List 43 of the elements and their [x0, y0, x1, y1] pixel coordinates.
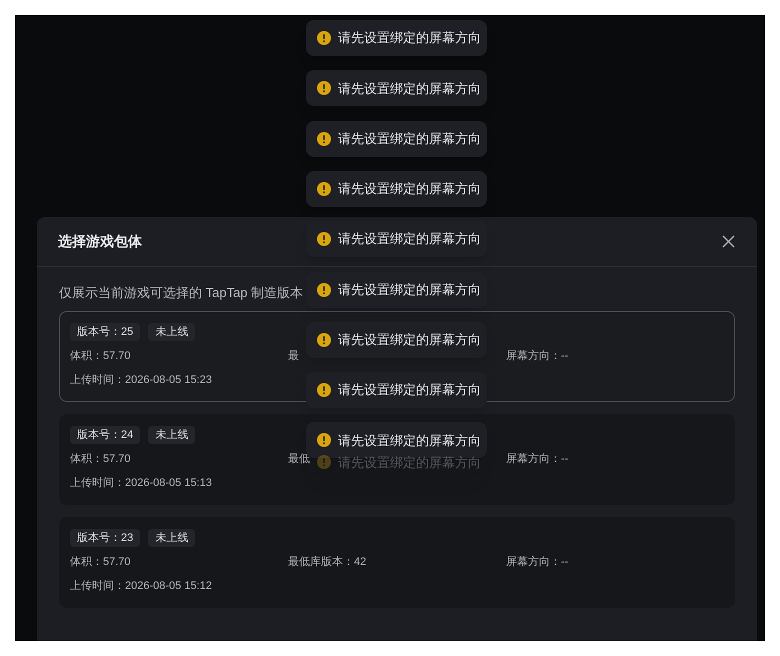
min-library-text: 最低 — [288, 452, 310, 467]
toast-text: 请先设置绑定的屏幕方向 — [338, 80, 481, 98]
status-tag: 未上线 — [148, 323, 196, 341]
warning-icon — [317, 81, 331, 96]
size-text: 体积：57.70 — [70, 349, 132, 364]
min-library-text: 最 — [288, 349, 299, 364]
warning-icon — [317, 182, 331, 196]
status-tag: 未上线 — [148, 529, 196, 547]
warning-icon — [317, 132, 331, 146]
close-button[interactable] — [720, 234, 736, 250]
toast-text: 请先设置绑定的屏幕方向 — [338, 280, 481, 299]
version-tag: 版本号：25 — [70, 323, 140, 341]
warning-icon — [317, 332, 331, 347]
orientation-text: 屏幕方向：-- — [506, 348, 570, 364]
toast-text: 请先设置绑定的屏幕方向 — [338, 180, 481, 198]
upload-time-text: 上传时间：2026-08-05 15:23 — [70, 373, 213, 388]
min-library-text: 最低库版本：42 — [288, 554, 366, 570]
orientation-text: 屏幕方向：-- — [506, 554, 570, 570]
warning-icon — [317, 455, 331, 470]
toast-text: 请先设置绑定的屏幕方向 — [338, 230, 481, 248]
upload-time-text: 上传时间：2026-08-05 15:13 — [70, 476, 213, 491]
status-tag: 未上线 — [148, 426, 196, 444]
orientation-text: 屏幕方向：-- — [506, 452, 570, 467]
package-card[interactable]: 版本号：23 未上线 体积：57.70 最低库版本：42 屏幕方向：-- 上传时间：2026-08-05 15:12 — [59, 517, 735, 608]
warning-icon — [317, 383, 331, 398]
toast-text: 请先设置绑定的屏幕方向 — [338, 331, 481, 350]
toast-text: 请先设置绑定的屏幕方向 — [338, 130, 481, 148]
upload-time-text: 上传时间：2026-08-05 15:12 — [70, 579, 213, 594]
close-icon — [722, 235, 734, 248]
toast-text: 请先设置绑定的屏幕方向 — [338, 454, 481, 472]
version-tag: 版本号：23 — [70, 529, 140, 547]
dialog-title: 选择游戏包体 — [58, 232, 142, 251]
version-tag: 版本号：24 — [70, 426, 140, 444]
intro-text: 仅展示当前游戏可选择的 TapTap 制造版本 — [59, 284, 304, 302]
size-text: 体积：57.70 — [70, 555, 132, 570]
warning-icon — [317, 433, 331, 448]
warning-icon — [317, 31, 331, 45]
size-text: 体积：57.70 — [70, 452, 132, 467]
toast-text: 请先设置绑定的屏幕方向 — [338, 381, 481, 400]
warning-icon — [317, 282, 331, 296]
warning-icon — [317, 232, 331, 246]
toast-text: 请先设置绑定的屏幕方向 — [338, 432, 481, 450]
toast-text: 请先设置绑定的屏幕方向 — [338, 29, 481, 48]
